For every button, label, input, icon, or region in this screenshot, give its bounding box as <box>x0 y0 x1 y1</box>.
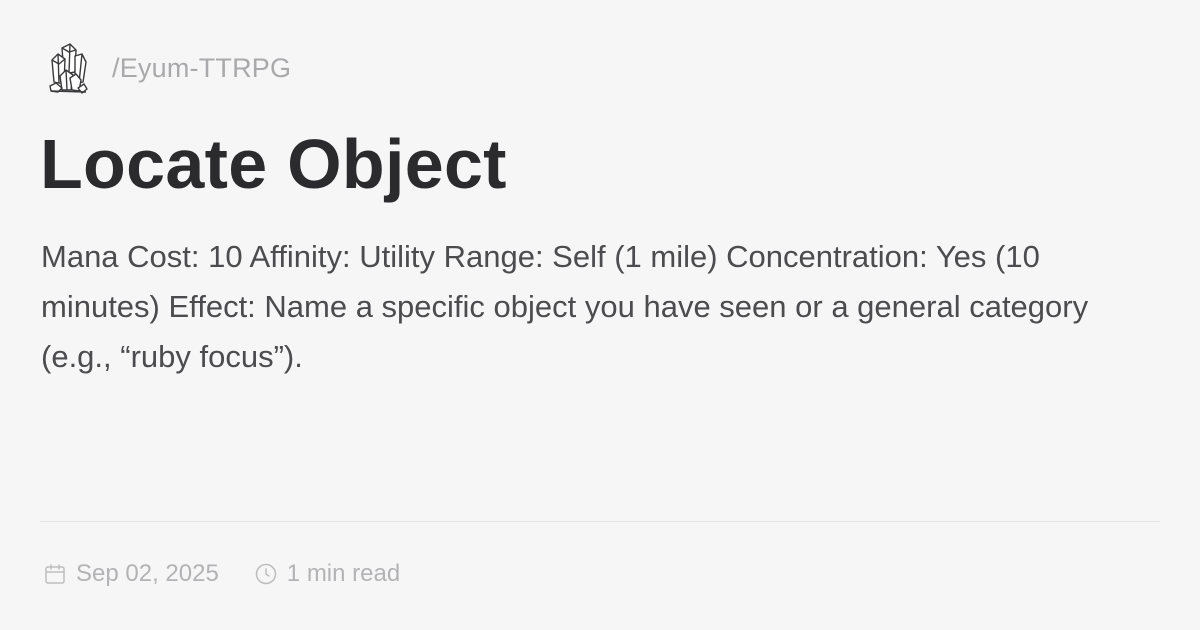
post-meta: Sep 02, 2025 1 min read <box>42 556 400 592</box>
reading-time-text: 1 min read <box>286 560 401 587</box>
calendar-icon <box>42 561 68 587</box>
post-title: Locate Object <box>40 125 507 203</box>
og-card: /Eyum-TTRPG Locate Object Mana Cost: 10 … <box>0 0 1200 630</box>
divider <box>40 521 1160 522</box>
crystal-cluster-icon[interactable] <box>42 40 94 96</box>
publish-date-text: Sep 02, 2025 <box>76 560 219 587</box>
post-excerpt: Mana Cost: 10 Affinity: Utility Range: S… <box>41 239 1089 374</box>
site-path-link[interactable]: /Eyum-TTRPG <box>112 53 291 84</box>
reading-time: 1 min read <box>253 560 400 588</box>
brand-row: /Eyum-TTRPG <box>42 40 291 96</box>
clock-icon <box>253 561 279 587</box>
publish-date: Sep 02, 2025 <box>42 560 219 588</box>
